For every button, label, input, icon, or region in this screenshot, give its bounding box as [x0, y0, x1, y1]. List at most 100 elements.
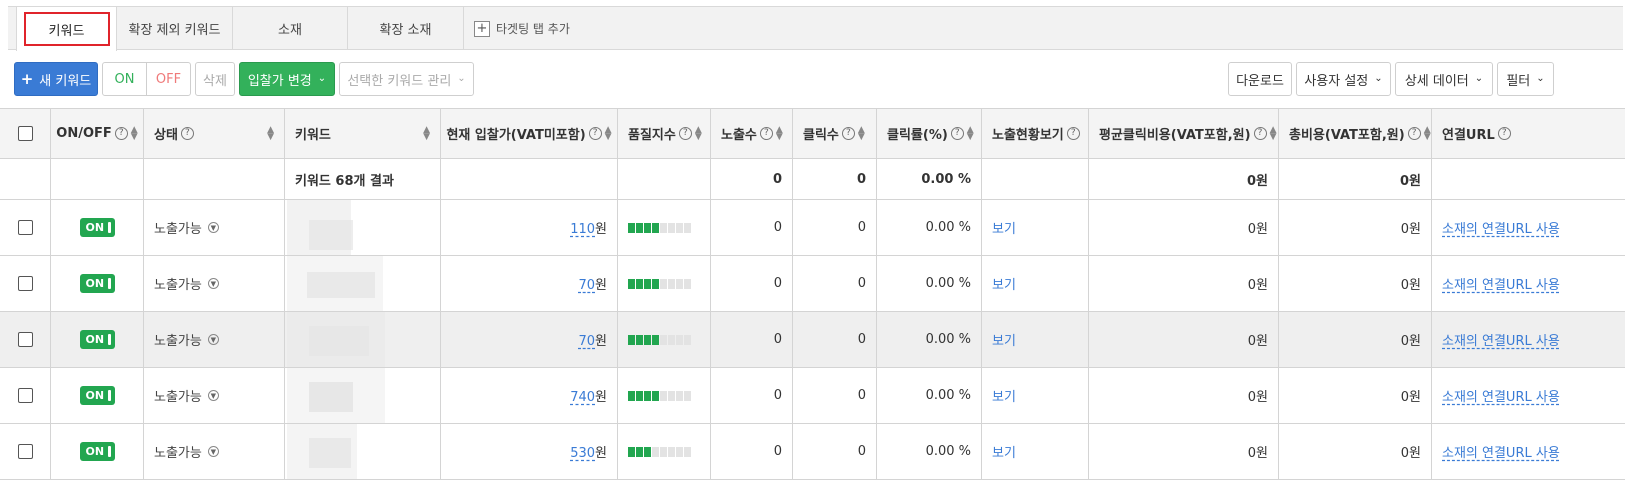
sort-icon[interactable]: ▲ ▼ — [776, 125, 783, 141]
quality-segment — [676, 278, 683, 289]
plus-icon: + — [474, 20, 490, 37]
view-exposure-link[interactable]: 보기 — [992, 274, 1016, 293]
chevron-down-icon[interactable]: ▼ — [207, 390, 219, 401]
help-icon[interactable]: ? — [180, 127, 194, 140]
help-icon[interactable]: ? — [678, 127, 692, 140]
col-impressions[interactable]: 노출수? ▲ ▼ — [711, 109, 793, 158]
on-off-toggle[interactable]: ON — [79, 274, 115, 293]
ctr-value: 0.00 % — [925, 444, 971, 459]
user-settings-button[interactable]: 사용자 설정 ⌄ — [1296, 62, 1391, 96]
row-checkbox[interactable] — [17, 388, 33, 403]
help-icon[interactable]: ? — [588, 127, 602, 140]
col-avg-cpc[interactable]: 평균클릭비용(VAT포함,원)? ▲ ▼ — [1089, 109, 1279, 158]
keyword-text-blurred — [285, 312, 440, 367]
on-off-toggle[interactable]: ON — [79, 218, 115, 237]
delete-button[interactable]: 삭제 — [195, 62, 235, 96]
row-checkbox[interactable] — [17, 444, 33, 459]
on-off-toggle[interactable]: ON — [79, 330, 115, 349]
detail-data-button[interactable]: 상세 데이터 ⌄ — [1395, 62, 1493, 96]
bid-value[interactable]: 110원 — [570, 218, 607, 237]
download-button[interactable]: 다운로드 — [1228, 62, 1292, 96]
bid-value[interactable]: 70원 — [578, 274, 607, 293]
col-total-cost[interactable]: 총비용(VAT포함,원)? ▲ ▼ — [1279, 109, 1432, 158]
sort-icon[interactable]: ▲ ▼ — [605, 125, 612, 141]
quality-segment — [636, 390, 643, 401]
url-link[interactable]: 소재의 연결URL 사용 — [1442, 330, 1560, 349]
help-icon[interactable]: ? — [114, 127, 128, 140]
url-link[interactable]: 소재의 연결URL 사용 — [1442, 274, 1560, 293]
url-link[interactable]: 소재의 연결URL 사용 — [1442, 442, 1560, 461]
bid-value[interactable]: 530원 — [570, 442, 607, 461]
help-icon[interactable]: ? — [1497, 127, 1511, 140]
help-icon[interactable]: ? — [1253, 127, 1267, 140]
row-checkbox[interactable] — [17, 220, 33, 235]
filter-button[interactable]: 필터 ⌄ — [1497, 62, 1554, 96]
view-exposure-link[interactable]: 보기 — [992, 442, 1016, 461]
sort-icon[interactable]: ▲ ▼ — [1424, 125, 1431, 141]
col-label: 품질지수 — [628, 128, 676, 143]
chevron-down-icon[interactable]: ▼ — [207, 334, 219, 345]
tab-excluded-keyword[interactable]: 확장 제외 키워드 — [117, 7, 233, 50]
manage-selected-button[interactable]: 선택한 키워드 관리 ⌄ — [339, 62, 474, 96]
quality-segment — [684, 446, 691, 457]
chevron-down-icon[interactable]: ▼ — [207, 278, 219, 289]
quality-segment — [644, 446, 651, 457]
bid-change-button[interactable]: 입찰가 변경 ⌄ — [239, 62, 335, 96]
new-keyword-button[interactable]: + 새 키워드 — [14, 62, 98, 96]
tab-creative[interactable]: 소재 — [233, 7, 348, 50]
on-off-toggle[interactable]: ON — [79, 442, 115, 461]
bid-amount: 740 — [570, 390, 596, 405]
sort-icon[interactable]: ▲ ▼ — [858, 125, 865, 141]
bid-value[interactable]: 70원 — [578, 330, 607, 349]
sort-icon[interactable]: ▲ ▼ — [267, 125, 274, 141]
sort-icon[interactable]: ▲ ▼ — [695, 125, 702, 141]
col-status[interactable]: 상태? ▲ ▼ — [144, 109, 285, 158]
chevron-down-icon[interactable]: ▼ — [207, 222, 219, 233]
col-keyword[interactable]: 키워드 ▲ ▼ — [285, 109, 441, 158]
quality-segment — [684, 390, 691, 401]
on-off-toggle[interactable]: ON — [79, 386, 115, 405]
url-link[interactable]: 소재의 연결URL 사용 — [1442, 386, 1560, 405]
view-exposure-link[interactable]: 보기 — [992, 386, 1016, 405]
chevron-down-icon: ⌄ — [457, 72, 466, 84]
help-icon[interactable]: ? — [841, 127, 855, 140]
off-button[interactable]: OFF — [146, 62, 191, 96]
help-icon[interactable]: ? — [759, 127, 773, 140]
bid-value[interactable]: 740원 — [570, 386, 607, 405]
bid-unit: 원 — [595, 446, 607, 461]
url-link[interactable]: 소재의 연결URL 사용 — [1442, 218, 1560, 237]
col-ctr[interactable]: 클릭률(%)? ▲ ▼ — [877, 109, 982, 158]
quality-bar — [628, 334, 691, 345]
view-exposure-link[interactable]: 보기 — [992, 218, 1016, 237]
sort-icon[interactable]: ▲ ▼ — [131, 125, 138, 141]
view-exposure-link[interactable]: 보기 — [992, 330, 1016, 349]
sort-icon[interactable]: ▲ ▼ — [423, 125, 430, 141]
quality-segment — [644, 278, 651, 289]
col-clicks[interactable]: 클릭수? ▲ ▼ — [793, 109, 877, 158]
quality-segment — [684, 334, 691, 345]
bid-amount: 70 — [578, 278, 596, 293]
add-targeting-tab-button[interactable]: + 타겟팅 탭 추가 — [474, 7, 570, 50]
help-icon[interactable]: ? — [1066, 127, 1080, 140]
chevron-down-icon[interactable]: ▼ — [207, 446, 219, 457]
col-quality[interactable]: 품질지수? ▲ ▼ — [618, 109, 711, 158]
sort-icon[interactable]: ▲ ▼ — [1270, 125, 1277, 141]
row-checkbox[interactable] — [17, 332, 33, 347]
summary-label: 키워드 68개 결과 — [295, 173, 394, 189]
help-icon[interactable]: ? — [950, 127, 964, 140]
row-checkbox[interactable] — [17, 276, 33, 291]
bid-unit: 원 — [595, 278, 607, 293]
tab-extension-creative[interactable]: 확장 소재 — [348, 7, 464, 50]
quality-segment — [660, 222, 667, 233]
on-button[interactable]: ON — [102, 62, 147, 96]
col-bid[interactable]: 현재 입찰가(VAT미포함)? ▲ ▼ — [441, 109, 618, 158]
help-icon[interactable]: ? — [1407, 127, 1421, 140]
col-exposure-view: 노출현황보기? — [982, 109, 1089, 158]
sort-icon[interactable]: ▲ ▼ — [967, 125, 974, 141]
tab-keyword[interactable]: 키워드 — [16, 7, 117, 51]
col-onoff[interactable]: ON/OFF? ▲ ▼ — [51, 109, 144, 158]
select-all-checkbox[interactable] — [17, 126, 33, 141]
total-cost-value: 0원 — [1400, 222, 1421, 237]
col-label: 상태 — [154, 128, 178, 143]
quality-segment — [628, 334, 635, 345]
